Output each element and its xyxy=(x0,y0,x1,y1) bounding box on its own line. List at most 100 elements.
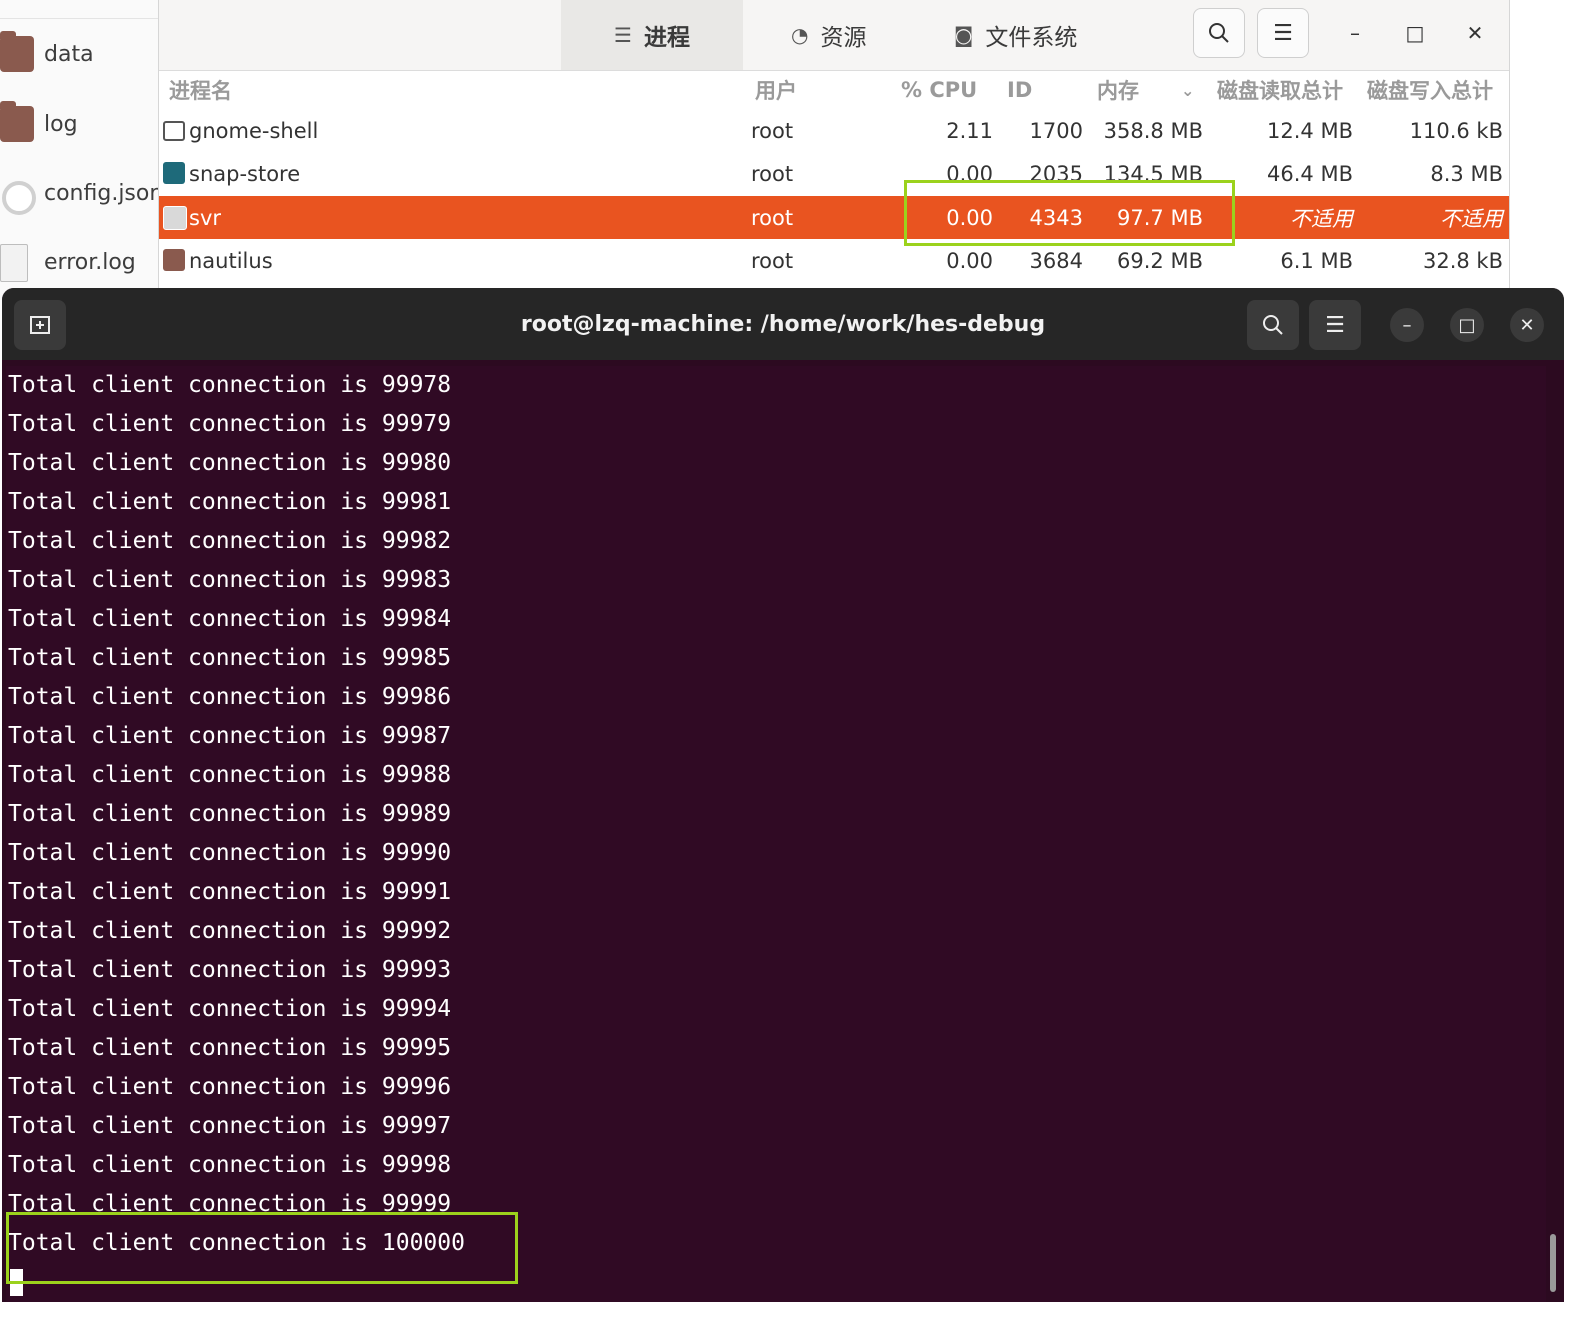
tab-file-systems[interactable]: ◙ 文件系统 xyxy=(954,0,1077,70)
file-name: error.log xyxy=(44,250,136,275)
maximize-button[interactable]: □ xyxy=(1450,308,1484,342)
folder-icon xyxy=(0,101,34,142)
column-header-id[interactable]: ID xyxy=(1007,70,1032,110)
process-row-selected[interactable]: svr root 0.00 4343 97.7 MB 不适用 不适用 xyxy=(159,196,1509,239)
maximize-button[interactable]: □ xyxy=(1397,16,1433,50)
file-item-error-log[interactable]: error.log xyxy=(0,232,160,292)
chevron-down-icon: ⌄ xyxy=(1181,80,1195,100)
log-file-icon xyxy=(0,244,28,282)
file-item-data[interactable]: data xyxy=(0,24,160,84)
file-name: log xyxy=(44,112,78,137)
process-id: 1700 xyxy=(1029,118,1083,143)
folder-icon xyxy=(163,249,185,271)
terminal-line: Total client connection is 99986 xyxy=(8,684,452,710)
file-name: data xyxy=(44,42,94,67)
terminal-output[interactable]: Total client connection is 99978 Total c… xyxy=(6,366,1546,1302)
tab-processes[interactable]: ☰ 进程 xyxy=(561,0,743,70)
process-disk-write: 32.8 kB xyxy=(1422,248,1503,273)
search-button[interactable] xyxy=(1247,300,1299,350)
terminal-line: Total client connection is 99985 xyxy=(8,645,452,671)
terminal-line: Total client connection is 99989 xyxy=(8,801,452,827)
terminal-header-bar: root@lzq-machine: /home/work/hes-debug ☰… xyxy=(2,288,1564,360)
tab-label: 进程 xyxy=(643,25,690,51)
menu-button[interactable]: ☰ xyxy=(1309,300,1361,350)
process-user: root xyxy=(751,248,794,273)
disk-icon: ◙ xyxy=(954,23,974,47)
tab-label: 资源 xyxy=(820,25,867,51)
terminal-line: Total client connection is 99992 xyxy=(8,918,452,944)
process-user: root xyxy=(751,161,794,186)
terminal-line: Total client connection is 99981 xyxy=(8,489,452,515)
divider xyxy=(0,18,160,19)
folder-icon xyxy=(0,31,34,72)
column-header-cpu[interactable]: % CPU xyxy=(901,70,977,110)
column-label: 用户 xyxy=(755,79,797,103)
tab-label: 文件系统 xyxy=(985,25,1078,51)
terminal-line: Total client connection is 99987 xyxy=(8,723,452,749)
process-disk-read: 12.4 MB xyxy=(1267,118,1353,143)
column-header-disk-read[interactable]: 磁盘读取总计 xyxy=(1217,70,1343,110)
file-item-config-json[interactable]: config.json xyxy=(0,163,164,223)
column-label: 内存 xyxy=(1097,79,1139,103)
process-name: gnome-shell xyxy=(189,118,319,143)
process-user: root xyxy=(751,205,794,230)
minimize-button[interactable]: – xyxy=(1390,308,1424,342)
hamburger-menu-icon: ☰ xyxy=(1273,20,1293,46)
terminal-line: Total client connection is 99998 xyxy=(8,1152,452,1178)
terminal-line: Total client connection is 99991 xyxy=(8,879,452,905)
window-icon xyxy=(163,121,185,141)
snap-store-icon xyxy=(163,162,185,184)
menu-button[interactable]: ☰ xyxy=(1257,8,1309,58)
process-user: root xyxy=(751,118,794,143)
close-button[interactable]: ✕ xyxy=(1510,308,1544,342)
column-header-name[interactable]: 进程名 xyxy=(169,70,232,110)
terminal-line: Total client connection is 99980 xyxy=(8,450,452,476)
terminal-line: Total client connection is 99988 xyxy=(8,762,452,788)
header-bar: ☰ 进程 ◔ 资源 ◙ 文件系统 ☰ – □ ✕ xyxy=(159,0,1509,71)
column-label: ID xyxy=(1007,78,1033,102)
terminal-line: Total client connection is 99995 xyxy=(8,1035,452,1061)
tab-resources[interactable]: ◔ 资源 xyxy=(791,0,866,70)
terminal-line: Total client connection is 99984 xyxy=(8,606,452,632)
system-monitor-window: ☰ 进程 ◔ 资源 ◙ 文件系统 ☰ – □ ✕ 进程名 用户 % CPU ID… xyxy=(158,0,1510,291)
column-header-user[interactable]: 用户 xyxy=(755,70,797,110)
process-name: snap-store xyxy=(189,161,301,186)
terminal-line: Total client connection is 99994 xyxy=(8,996,452,1022)
highlight-box xyxy=(6,1212,518,1284)
gear-icon xyxy=(163,206,187,230)
column-label: 磁盘写入总计 xyxy=(1367,79,1493,103)
terminal-line: Total client connection is 99993 xyxy=(8,957,452,983)
process-name: nautilus xyxy=(189,248,273,273)
highlight-box xyxy=(904,180,1235,246)
scrollbar[interactable] xyxy=(1550,1234,1556,1292)
terminal-line: Total client connection is 99979 xyxy=(8,411,452,437)
process-cpu: 2.11 xyxy=(946,118,993,143)
terminal-line: Total client connection is 99990 xyxy=(8,840,452,866)
column-label: % CPU xyxy=(901,78,978,102)
terminal-line: Total client connection is 99996 xyxy=(8,1074,452,1100)
list-icon: ☰ xyxy=(614,23,632,47)
file-item-log[interactable]: log xyxy=(0,94,160,154)
column-header-disk-write[interactable]: 磁盘写入总计 xyxy=(1367,70,1493,110)
hamburger-menu-icon: ☰ xyxy=(1325,312,1345,338)
process-name: svr xyxy=(189,205,222,230)
column-header-memory[interactable]: 内存 ⌄ xyxy=(1097,70,1194,110)
file-name: config.json xyxy=(44,181,164,206)
terminal-line: Total client connection is 99978 xyxy=(8,372,452,398)
close-button[interactable]: ✕ xyxy=(1457,16,1493,50)
column-label: 磁盘读取总计 xyxy=(1217,79,1343,103)
terminal-window: root@lzq-machine: /home/work/hes-debug ☰… xyxy=(2,288,1564,1302)
search-button[interactable] xyxy=(1193,8,1245,58)
process-memory: 358.8 MB xyxy=(1103,118,1203,143)
process-row[interactable]: gnome-shell root 2.11 1700 358.8 MB 12.4… xyxy=(159,109,1509,152)
process-disk-write: 110.6 kB xyxy=(1409,118,1503,143)
process-row[interactable]: snap-store root 0.00 2035 134.5 MB 46.4 … xyxy=(159,152,1509,195)
minimize-button[interactable]: – xyxy=(1337,16,1373,50)
search-icon xyxy=(1209,23,1229,43)
gauge-icon: ◔ xyxy=(791,23,809,47)
process-disk-write: 不适用 xyxy=(1440,206,1503,231)
process-row[interactable]: nautilus root 0.00 3684 69.2 MB 6.1 MB 3… xyxy=(159,239,1509,282)
terminal-line: Total client connection is 99983 xyxy=(8,567,452,593)
json-file-icon xyxy=(2,181,36,215)
process-disk-write: 8.3 MB xyxy=(1430,161,1503,186)
